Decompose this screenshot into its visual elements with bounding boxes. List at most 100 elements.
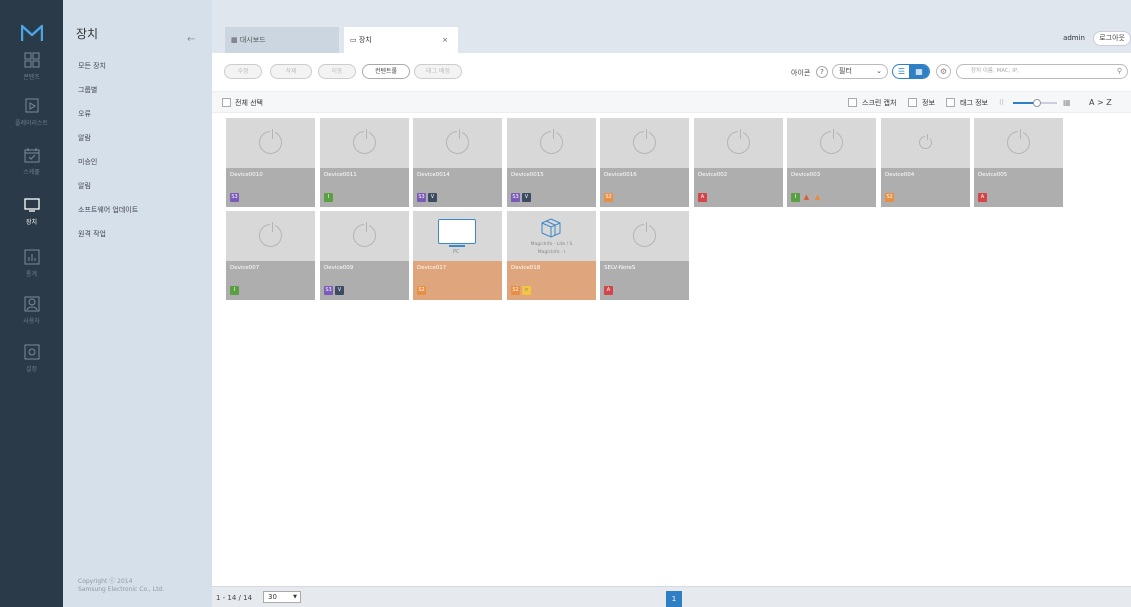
submenu-item-error[interactable]: 오류 (78, 109, 91, 119)
device-card[interactable]: Device0016 S2 (600, 118, 689, 207)
submenu-item-unapproved[interactable]: 미승인 (78, 157, 97, 167)
edit-button[interactable]: 수정 (224, 64, 262, 79)
grid-view-icon[interactable]: ▦ (909, 65, 929, 78)
device-card[interactable]: SELV-NoteS A (600, 211, 689, 300)
zoom-slider[interactable] (1013, 99, 1057, 107)
magicinfo-logo[interactable] (21, 24, 43, 42)
info-checkbox[interactable] (908, 98, 917, 107)
device-card[interactable]: Device007 I (226, 211, 315, 300)
submenu-item-remote-job[interactable]: 원격 작업 (78, 229, 106, 239)
status-badge: S2 (417, 286, 426, 295)
nav-settings[interactable]: 설정 (0, 344, 63, 390)
device-name: Device0011 (324, 172, 357, 178)
submenu-item-by-group[interactable]: 그룹별 (78, 85, 97, 95)
device-type-label: MagicInfo - I (537, 250, 566, 255)
device-info-panel: Device0011 I (320, 168, 409, 207)
device-card[interactable]: Device003 I ▲ ▲ (787, 118, 876, 207)
move-button[interactable]: 이동 (318, 64, 356, 79)
list-view-icon[interactable]: ☰ (893, 65, 910, 78)
submenu-item-alarm[interactable]: 알람 (78, 133, 91, 143)
device-info-panel: Device018 S2 ≡ (507, 261, 596, 300)
search-icon[interactable]: ⚲ (1117, 65, 1122, 78)
page-button[interactable]: 1 (666, 591, 682, 607)
device-thumbnail (320, 118, 409, 168)
tab-device[interactable]: ▭ 장치 × (344, 27, 458, 53)
device-card[interactable]: Device0014 S3 V (413, 118, 502, 207)
device-badges: S2 (417, 286, 428, 295)
device-name: Device017 (417, 265, 447, 271)
control-button[interactable]: 컨텐트롤 (362, 64, 410, 79)
nav-schedule[interactable]: 스케쥴 (0, 147, 63, 193)
nav-settings-label: 설정 (25, 366, 38, 373)
back-arrow-icon[interactable]: ← (187, 34, 195, 45)
nav-user[interactable]: 사용자 (0, 296, 63, 342)
nav-statistics-label: 통계 (25, 271, 38, 278)
device-card[interactable]: Device005 A (974, 118, 1063, 207)
submenu-item-software-update[interactable]: 소프트웨어 업데이트 (78, 205, 138, 215)
device-card[interactable]: Device0010 S3 (226, 118, 315, 207)
device-thumbnail (694, 118, 783, 168)
nav-content[interactable]: 콘텐츠 (0, 52, 63, 98)
device-thumbnail: MagicInfo - Lite / S MagicInfo - I (507, 211, 596, 261)
screen-capture-checkbox[interactable] (848, 98, 857, 107)
device-thumbnail (226, 211, 315, 261)
device-badges: S2 ≡ (511, 286, 533, 295)
statistics-icon (24, 249, 40, 265)
device-thumbnail (413, 118, 502, 168)
submenu-item-notification[interactable]: 알림 (78, 181, 91, 191)
device-card[interactable]: MagicInfo - Lite / S MagicInfo - I Device0… (507, 211, 596, 300)
playlist-icon (24, 98, 40, 114)
content-icon (24, 52, 40, 68)
device-info-panel: Device005 A (974, 168, 1063, 207)
close-icon[interactable]: × (442, 27, 448, 53)
device-badges: S2 (604, 193, 615, 202)
status-badge: V (428, 193, 437, 202)
device-badges: S3 V (324, 286, 346, 295)
status-badge: A (978, 193, 987, 202)
power-icon (820, 129, 843, 154)
nav-playlist[interactable]: 플레이리스트 (0, 98, 63, 144)
device-info-panel: Device004 S2 (881, 168, 970, 207)
pc-monitor-icon (438, 219, 476, 244)
tab-dashboard-label: 대시보드 (239, 36, 266, 44)
device-icon: ▭ (350, 36, 357, 44)
filter-dropdown[interactable]: 필터 ⌄ (832, 64, 888, 79)
power-icon (353, 222, 376, 247)
zoom-slider-knob[interactable] (1033, 99, 1042, 107)
device-card[interactable]: Device0011 I (320, 118, 409, 207)
device-thumbnail (320, 211, 409, 261)
delete-button[interactable]: 삭제 (270, 64, 312, 79)
search-input[interactable]: 장치 이름, MAC, IP, ⚲ (956, 64, 1128, 79)
logout-button[interactable]: 로그아웃 (1093, 31, 1131, 46)
help-icon[interactable]: ? (816, 66, 828, 78)
status-badge: I (324, 193, 333, 202)
device-name: Device0014 (417, 172, 450, 178)
device-card[interactable]: Device002 A (694, 118, 783, 207)
tab-dashboard[interactable]: ▦ 대시보드 (225, 27, 339, 53)
gear-icon[interactable]: ⚙ (936, 64, 951, 79)
assign-tag-button[interactable]: 태그 배정 (414, 64, 462, 79)
device-info-panel: Device0016 S2 (600, 168, 689, 207)
device-name: Device0015 (511, 172, 544, 178)
toolbar: 수정 삭제 이동 컨텐트롤 태그 배정 아이콘 ? 필터 ⌄ ☰ ▦ ⚙ 장치 … (212, 53, 1131, 91)
tag-info-label: 태그 정보 (960, 99, 988, 107)
status-badge: S2 (511, 286, 520, 295)
device-card[interactable]: Device004 S2 (881, 118, 970, 207)
device-thumbnail (881, 118, 970, 168)
device-card[interactable]: Device009 S3 V (320, 211, 409, 300)
submenu-item-all-devices[interactable]: 모든 장치 (78, 61, 106, 71)
view-toggle[interactable]: ☰ ▦ (892, 64, 930, 79)
select-all-checkbox[interactable] (222, 98, 231, 107)
device-badges: A (604, 286, 615, 295)
page-count: 1 - 14 / 14 (216, 594, 253, 602)
sort-toggle[interactable]: A > Z (1089, 98, 1112, 107)
device-card[interactable]: PC Device017 S2 (413, 211, 502, 300)
power-icon (727, 129, 750, 154)
device-card[interactable]: Device0015 S3 V (507, 118, 596, 207)
status-badge: S3 (230, 193, 239, 202)
nav-device[interactable]: 장치 (0, 197, 63, 243)
device-thumbnail (974, 118, 1063, 168)
tag-info-checkbox[interactable] (946, 98, 955, 107)
nav-statistics[interactable]: 통계 (0, 249, 63, 295)
page-size-select[interactable]: 30 ▼ (263, 591, 301, 603)
